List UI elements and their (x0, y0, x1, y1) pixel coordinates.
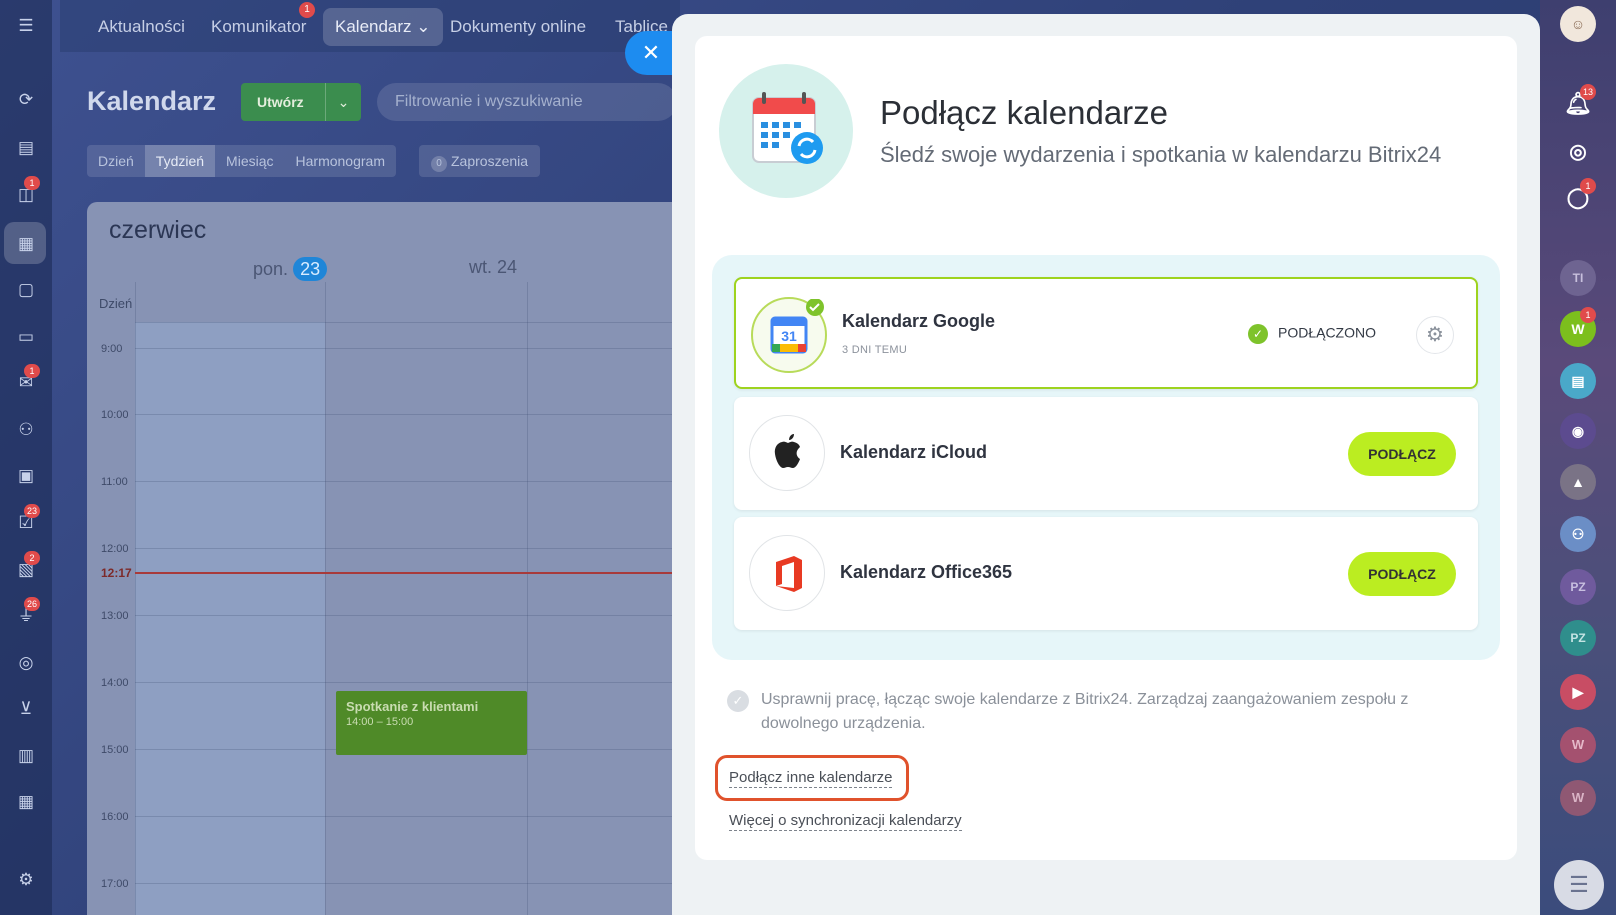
provider-office365: Kalendarz Office365 PODŁĄCZ (734, 517, 1478, 630)
provider-name: Kalendarz Office365 (840, 562, 1013, 582)
contacts-icon[interactable]: ⚇ (14, 418, 38, 442)
gear-icon[interactable]: ⚙ (1416, 316, 1454, 354)
connect-other-calendars-link[interactable]: Podłącz inne kalendarze (729, 769, 893, 788)
provider-name: Kalendarz Google (842, 311, 996, 331)
hamburger-menu-icon[interactable]: ☰ (14, 14, 38, 38)
video-icon[interactable]: ▶ (1560, 674, 1596, 710)
avatar[interactable]: W (1560, 780, 1596, 816)
slider-subtitle: Śledź swoje wydarzenia i spotkania w kal… (880, 142, 1442, 167)
view-tabs: Dzień Tydzień Miesiąc Harmonogram (87, 145, 396, 177)
office-icon (749, 535, 825, 611)
provider-google[interactable]: 31 Kalendarz Google 3 DNI TEMU ✓ PODŁĄCZO… (734, 277, 1478, 389)
day-header-tue: wt. 24 (469, 257, 518, 277)
month-label: czerwiec (109, 216, 207, 244)
tab-schedule[interactable]: Harmonogram (285, 145, 396, 177)
feed-icon[interactable]: ⟳ (14, 88, 38, 112)
user-avatar[interactable]: ☺ (1560, 6, 1596, 42)
page-title: Kalendarz (87, 86, 217, 116)
current-time-line (135, 572, 687, 574)
tab-week[interactable]: Tydzień (144, 145, 216, 177)
connected-status: ✓ PODŁĄCZONO (1247, 324, 1376, 344)
connect-button[interactable]: PODŁĄCZ (1348, 552, 1456, 596)
invitations-button[interactable]: 0 Zaproszenia (419, 145, 541, 177)
avatar[interactable]: PZ (1560, 620, 1596, 656)
users-icon[interactable]: ⚇ (1560, 516, 1596, 552)
cart-icon[interactable]: ⊻ (14, 697, 38, 721)
list-menu-icon[interactable]: ☰ (1554, 860, 1604, 910)
hour-label: 9:00 (101, 343, 123, 355)
hour-label: 15:00 (101, 744, 129, 756)
calendar-sync-info-link[interactable]: Więcej o synchronizacji kalendarzy (729, 812, 962, 831)
settings-gear-icon[interactable]: ⚙ (14, 868, 38, 892)
nav-news[interactable]: Aktualności (98, 17, 185, 37)
connect-calendars-card: Podłącz kalendarze Śledź swoje wydarzeni… (695, 36, 1517, 860)
mail-badge: 1 (24, 364, 40, 378)
target-icon[interactable]: ◎ (14, 651, 38, 675)
hour-label: 13:00 (101, 610, 129, 622)
target-icon[interactable]: ◎ (1560, 134, 1596, 170)
providers-list: 31 Kalendarz Google 3 DNI TEMU ✓ PODŁĄCZO… (712, 255, 1500, 660)
connect-button[interactable]: PODŁĄCZ (1348, 432, 1456, 476)
tab-month[interactable]: Miesiąc (215, 145, 284, 177)
right-sidebar: ☺ 🔔︎ 13 ◎ ◯ 1 TI W 1 ▤ ◉ ▲ ⚇ PZ PZ ▶ W W… (1540, 0, 1616, 915)
check-icon: ✓ (1247, 324, 1268, 344)
chat-badge: 1 (24, 176, 40, 190)
hour-label: 14:00 (101, 677, 129, 689)
group-chat-icon[interactable]: ▤ (1560, 363, 1596, 399)
tasks-badge: 23 (24, 504, 41, 518)
hour-label: 17:00 (101, 878, 129, 890)
channel-icon[interactable]: ◉ (1560, 413, 1596, 449)
hour-label: 11:00 (101, 476, 128, 488)
calendar-event[interactable]: Spotkanie z klientami 14:00 – 15:00 (336, 691, 527, 755)
avatar-badge: 1 (1580, 307, 1596, 323)
nav-messenger-badge: 1 (299, 2, 315, 18)
hour-label: 16:00 (101, 811, 129, 823)
funnel-badge: 26 (24, 597, 41, 611)
chat-badge: 1 (1580, 178, 1596, 194)
tasks-list-icon[interactable]: ▤ (14, 136, 38, 160)
search-input[interactable]: Filtrowanie i wyszukiwanie (377, 83, 677, 121)
today-column[interactable] (135, 322, 325, 915)
create-button[interactable]: Utwórz ⌄ (241, 83, 361, 121)
calendar-sync-icon (719, 64, 853, 198)
documents-icon[interactable]: ▢ (14, 278, 38, 302)
calendar-grid: czerwiec pon. 23 wt. 24 Dzień 9:00 10:00… (87, 202, 687, 915)
avatar[interactable]: PZ (1560, 569, 1596, 605)
hour-label: 10:00 (101, 409, 129, 421)
close-icon[interactable]: ✕ (625, 31, 675, 75)
info-text: ✓ Usprawnij pracę, łącząc swoje kalendar… (727, 688, 1447, 736)
nav-online-documents[interactable]: Dokumenty online (450, 17, 586, 37)
boards-icon[interactable]: ▣ (14, 464, 38, 488)
apple-icon (749, 415, 825, 491)
chevron-down-icon[interactable]: ⌄ (325, 83, 361, 121)
notifications-badge: 13 (1580, 84, 1596, 100)
nav-messenger[interactable]: Komunikator (211, 17, 306, 37)
calendar-icon[interactable]: ▦ (14, 232, 38, 256)
check-circle-icon: ✓ (727, 690, 749, 712)
hour-label: 12:00 (101, 543, 129, 555)
google-calendar-icon: 31 (751, 297, 827, 373)
slider-title: Podłącz kalendarze (880, 94, 1169, 131)
group-avatar[interactable]: ▲ (1560, 464, 1596, 500)
crm-badge: 2 (24, 551, 40, 565)
day-header-mon: pon. 23 (253, 257, 328, 281)
allday-label: Dzień (99, 296, 133, 311)
provider-icloud: Kalendarz iCloud PODŁĄCZ (734, 397, 1478, 510)
store-icon[interactable]: ▥ (14, 744, 38, 768)
svg-text:31: 31 (781, 328, 797, 344)
provider-connected-time: 3 DNI TEMU (842, 344, 908, 356)
left-sidebar: ☰ ⟳ ▤ ◫ 1 ▦ ▢ ▭ ✉ 1 ⚇ ▣ ☑ 23 ▧ 2 ⏚ 26 ◎ … (0, 0, 52, 915)
tab-day[interactable]: Dzień (87, 145, 145, 177)
drive-icon[interactable]: ▭ (14, 325, 38, 349)
nav-calendar[interactable]: Kalendarz ⌄ (323, 8, 443, 46)
schedule-icon[interactable]: ▦ (14, 790, 38, 814)
provider-name: Kalendarz iCloud (840, 442, 988, 462)
event-time: 14:00 – 15:00 (346, 716, 414, 728)
avatar[interactable]: TI (1560, 260, 1596, 296)
invitations-count: 0 (431, 156, 447, 172)
event-title: Spotkanie z klientami (346, 699, 479, 714)
avatar[interactable]: W (1560, 727, 1596, 763)
top-navigation: Aktualności Komunikator 1 Kalendarz ⌄ Do… (60, 0, 680, 52)
current-time-label: 12:17 (101, 566, 132, 580)
